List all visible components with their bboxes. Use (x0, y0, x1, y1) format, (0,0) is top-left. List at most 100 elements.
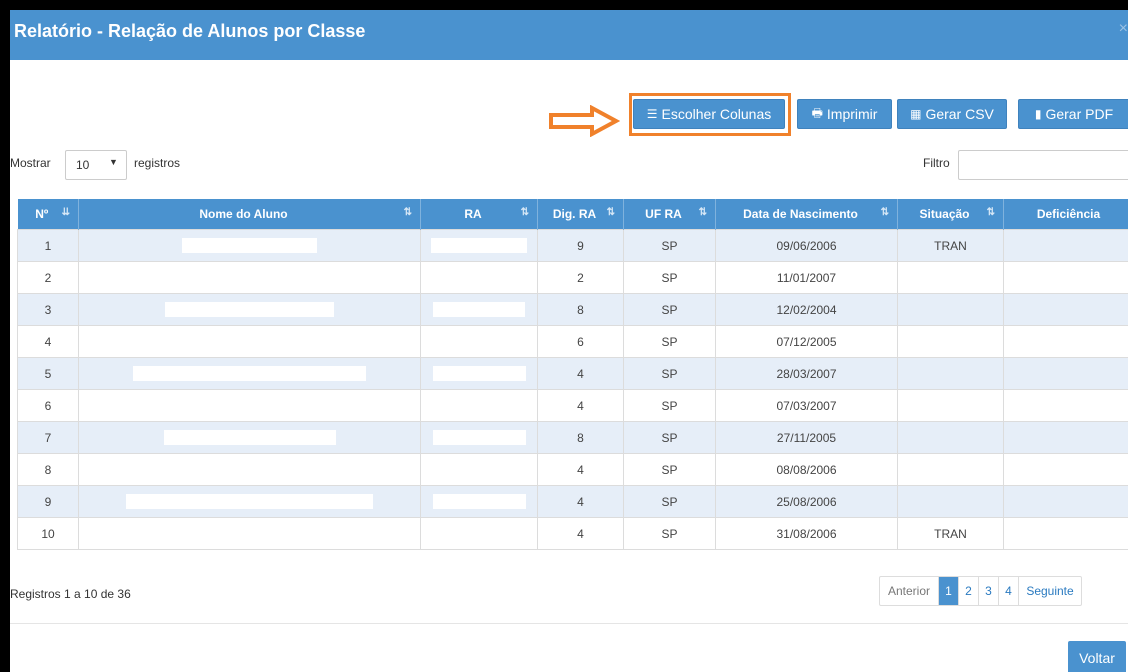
col-header-dig-ra[interactable]: Dig. RA ⇅ (537, 199, 624, 230)
cell-nome (78, 293, 421, 326)
cell-nascimento: 08/08/2006 (715, 453, 898, 486)
list-icon: ☰ (646, 107, 658, 121)
cell-situacao (897, 485, 1004, 518)
cell-nascimento: 11/01/2007 (715, 261, 898, 294)
pagination-page[interactable]: 1 (939, 577, 959, 605)
redacted-name (126, 494, 373, 510)
cell-deficiencia (1003, 389, 1128, 422)
table-row: 6 4 SP 07/03/2007 (17, 389, 1128, 422)
filter-label: Filtro (923, 156, 950, 170)
printer-icon: 🖶 (811, 105, 823, 120)
col-header-uf-ra[interactable]: UF RA ⇅ (623, 199, 716, 230)
cell-uf-ra: SP (623, 357, 716, 390)
pagination-next[interactable]: Seguinte (1019, 577, 1081, 605)
cell-ra (420, 389, 538, 422)
cell-nome (78, 325, 421, 358)
cell-nascimento: 31/08/2006 (715, 517, 898, 550)
redacted-name (163, 430, 336, 446)
cell-numero: 4 (17, 325, 79, 358)
cell-dig-ra: 9 (537, 229, 624, 262)
cell-situacao (897, 389, 1004, 422)
choose-columns-label: Escolher Colunas (661, 106, 772, 122)
cell-nascimento: 07/03/2007 (715, 389, 898, 422)
cell-ra (420, 453, 538, 486)
col-header-nascimento[interactable]: Data de Nascimento ⇅ (715, 199, 898, 230)
cell-dig-ra: 8 (537, 293, 624, 326)
print-label: Imprimir (826, 106, 878, 122)
records-label: registros (134, 156, 181, 170)
cell-nome (78, 261, 421, 294)
col-header-numero[interactable]: Nº ⇊ (17, 199, 79, 230)
pagination-page[interactable]: 2 (959, 577, 979, 605)
pagination: Anterior 1 2 3 4 Seguinte (879, 576, 1082, 606)
cell-deficiencia (1003, 229, 1128, 262)
table-header-row: Nº ⇊ Nome do Aluno ⇅ RA ⇅ Dig. RA ⇅ UF RA ⇅ D… (17, 199, 1128, 230)
cell-nascimento: 28/03/2007 (715, 357, 898, 390)
pagination-prev[interactable]: Anterior (880, 577, 939, 605)
cell-uf-ra: SP (623, 517, 716, 550)
modal-header: Relatório - Relação de Alunos por Classe… (10, 10, 1128, 60)
arrow-right-icon (549, 105, 620, 137)
cell-uf-ra: SP (623, 229, 716, 262)
cell-situacao: TRAN (897, 229, 1004, 262)
footer-divider (10, 623, 1128, 624)
table-row: 10 4 SP 31/08/2006 TRAN (17, 517, 1128, 550)
cell-uf-ra: SP (623, 485, 716, 518)
back-button[interactable]: Voltar (1068, 641, 1126, 672)
cell-uf-ra: SP (623, 453, 716, 486)
file-icon: ▮ (1034, 107, 1042, 121)
cell-situacao (897, 293, 1004, 326)
cell-nome (78, 389, 421, 422)
cell-situacao (897, 453, 1004, 486)
cell-situacao: TRAN (897, 517, 1004, 550)
cell-uf-ra: SP (623, 421, 716, 454)
print-button[interactable]: 🖶 Imprimir (797, 99, 892, 129)
cell-deficiencia (1003, 357, 1128, 390)
sort-icon: ⇅ (698, 207, 707, 218)
sort-icon: ⇅ (880, 207, 889, 218)
cell-nome (78, 453, 421, 486)
redacted-name (133, 366, 366, 382)
cell-nascimento: 09/06/2006 (715, 229, 898, 262)
cell-nascimento: 07/12/2005 (715, 325, 898, 358)
cell-uf-ra: SP (623, 389, 716, 422)
filter-input[interactable] (958, 150, 1128, 180)
cell-dig-ra: 4 (537, 357, 624, 390)
col-header-nome[interactable]: Nome do Aluno ⇅ (78, 199, 421, 230)
cell-ra (420, 229, 538, 262)
length-select[interactable]: 10 ▼ (65, 150, 127, 180)
csv-button[interactable]: ▦ Gerar CSV (897, 99, 1007, 129)
cell-situacao (897, 421, 1004, 454)
pagination-page[interactable]: 3 (979, 577, 999, 605)
choose-columns-button[interactable]: ☰ Escolher Colunas (633, 99, 785, 129)
col-header-ra[interactable]: RA ⇅ (420, 199, 538, 230)
cell-numero: 10 (17, 517, 79, 550)
sort-icon: ⇅ (520, 207, 529, 218)
cell-numero: 8 (17, 453, 79, 486)
cell-situacao (897, 325, 1004, 358)
table-row: 3 8 SP 12/02/2004 (17, 293, 1128, 326)
table-row: 5 4 SP 28/03/2007 (17, 357, 1128, 390)
cell-numero: 6 (17, 389, 79, 422)
cell-deficiencia (1003, 517, 1128, 550)
table-row: 8 4 SP 08/08/2006 (17, 453, 1128, 486)
cell-uf-ra: SP (623, 261, 716, 294)
records-info: Registros 1 a 10 de 36 (10, 587, 131, 601)
cell-deficiencia (1003, 293, 1128, 326)
cell-deficiencia (1003, 261, 1128, 294)
cell-ra (420, 357, 538, 390)
table-body: 1 9 SP 09/06/2006 TRAN 2 2 SP 11/01/2007 3 8 SP 12/0… (17, 229, 1128, 550)
close-icon[interactable]: × (1119, 20, 1128, 38)
pagination-page[interactable]: 4 (999, 577, 1019, 605)
caret-down-icon: ▼ (109, 157, 118, 167)
cell-numero: 7 (17, 421, 79, 454)
cell-ra (420, 325, 538, 358)
col-header-situacao[interactable]: Situação ⇅ (897, 199, 1004, 230)
col-header-deficiencia[interactable]: Deficiência⇅ (1003, 199, 1128, 230)
pdf-button[interactable]: ▮ Gerar PDF (1018, 99, 1128, 129)
table-row: 2 2 SP 11/01/2007 (17, 261, 1128, 294)
cell-situacao (897, 357, 1004, 390)
cell-ra (420, 261, 538, 294)
redacted-ra (431, 238, 527, 254)
length-value: 10 (76, 158, 90, 172)
